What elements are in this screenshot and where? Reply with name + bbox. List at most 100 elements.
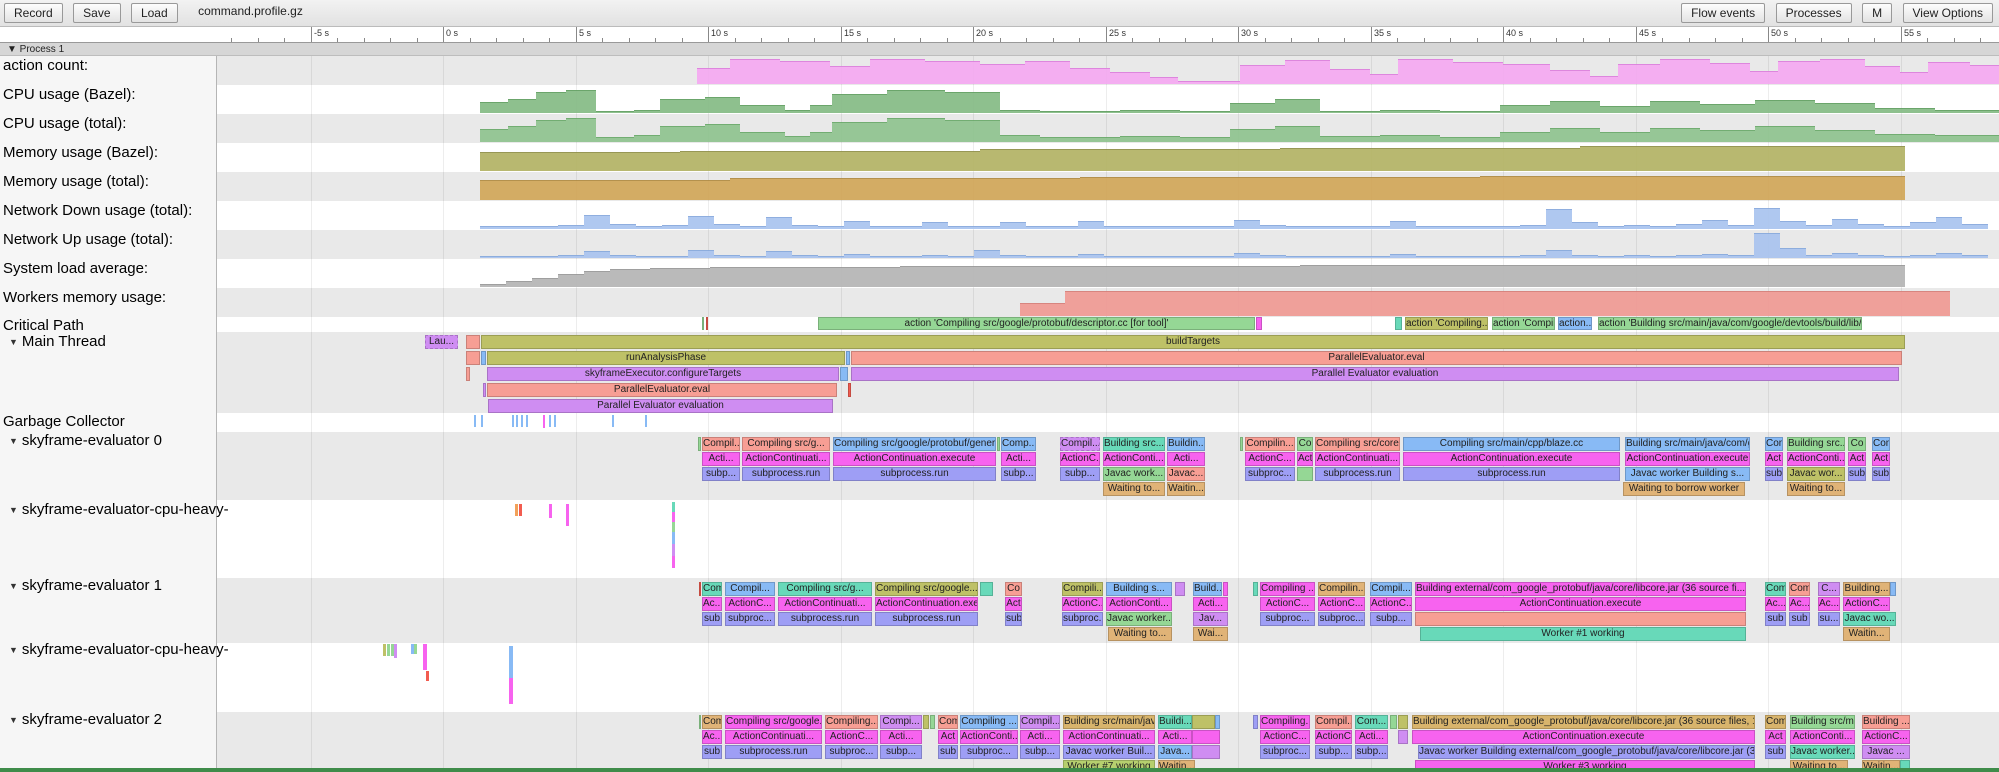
event-bar[interactable]: subp...: [1370, 612, 1412, 626]
event-bar[interactable]: subproc...: [1318, 612, 1365, 626]
event-bar[interactable]: Compilin...: [1245, 437, 1295, 451]
event-bar[interactable]: Compiling src/google/protobuf/generat...: [833, 437, 996, 451]
event-bar[interactable]: Com: [938, 715, 958, 729]
event-bar[interactable]: Build...: [1193, 582, 1222, 596]
event-bar[interactable]: action 'Compiling src/google/protobuf/de…: [818, 317, 1255, 330]
event-bar[interactable]: [466, 335, 480, 349]
event-bar[interactable]: ParallelEvaluator.eval: [851, 351, 1902, 365]
track-label-collapsible[interactable]: ▼skyframe-evaluator 0: [3, 432, 162, 449]
event-bar[interactable]: Compil...: [1020, 715, 1060, 729]
event-bar[interactable]: [699, 582, 701, 596]
event-bar[interactable]: [699, 715, 701, 729]
event-bar[interactable]: Compiling ...: [1260, 582, 1315, 596]
micro-event-bar[interactable]: [549, 504, 552, 518]
track-label-collapsible[interactable]: ▼skyframe-evaluator-cpu-heavy-: [3, 641, 229, 658]
event-bar[interactable]: subprocess.run: [875, 612, 978, 626]
event-bar[interactable]: Acti...: [880, 730, 922, 744]
micro-event-bar[interactable]: [645, 415, 647, 427]
event-bar[interactable]: action 'Compiling...: [1405, 317, 1488, 330]
event-bar[interactable]: Building src/main/jav...: [1063, 715, 1155, 729]
event-bar[interactable]: sub: [1765, 467, 1783, 481]
event-bar[interactable]: subp...: [702, 467, 740, 481]
event-bar[interactable]: Act: [938, 730, 958, 744]
event-bar[interactable]: ActionC...: [825, 730, 878, 744]
event-bar[interactable]: Javac worker Building s...: [1625, 467, 1750, 481]
micro-event-bar[interactable]: [512, 415, 514, 427]
event-bar[interactable]: subprocess.run: [742, 467, 830, 481]
event-bar[interactable]: Buildin...: [1167, 437, 1205, 451]
event-bar[interactable]: [1192, 730, 1220, 744]
event-bar[interactable]: subprocess.run: [778, 612, 872, 626]
event-bar[interactable]: Compiling src/g...: [742, 437, 830, 451]
event-bar[interactable]: ParallelEvaluator.eval: [487, 383, 837, 397]
event-bar[interactable]: Compiling...: [825, 715, 878, 729]
event-bar[interactable]: runAnalysisPhase: [487, 351, 845, 365]
event-bar[interactable]: ActionContinuation.execute: [1403, 452, 1620, 466]
event-bar[interactable]: ActionC...: [1862, 730, 1910, 744]
track-label-collapsible[interactable]: ▼skyframe-evaluator 1: [3, 577, 162, 594]
track-label-collapsible[interactable]: ▼skyframe-evaluator-cpu-heavy-: [3, 501, 229, 518]
event-bar[interactable]: Wai...: [1193, 627, 1228, 641]
event-bar[interactable]: [980, 582, 993, 596]
event-bar[interactable]: Javac wo...: [1843, 612, 1896, 626]
event-bar[interactable]: ActionContinuati...: [1315, 452, 1400, 466]
event-bar[interactable]: subp...: [1315, 745, 1352, 759]
event-bar[interactable]: Worker #1 working: [1420, 627, 1746, 641]
event-bar[interactable]: Co: [1005, 582, 1022, 596]
event-bar[interactable]: ActionC...: [1843, 597, 1890, 611]
event-bar[interactable]: Waiting to borrow worker: [1623, 482, 1745, 496]
event-bar[interactable]: ActionContinuati...: [742, 452, 830, 466]
event-bar[interactable]: [1415, 612, 1746, 626]
event-bar[interactable]: Javac worker...: [1106, 612, 1172, 626]
micro-event-bar[interactable]: [519, 504, 522, 516]
event-bar[interactable]: Jav...: [1193, 612, 1228, 626]
event-bar[interactable]: subp...: [1001, 467, 1036, 481]
micro-event-bar[interactable]: [516, 415, 518, 427]
micro-event-bar[interactable]: [387, 644, 390, 656]
event-bar[interactable]: Compiling ...: [960, 715, 1018, 729]
event-bar[interactable]: buildTargets: [481, 335, 1905, 349]
event-bar[interactable]: ActionC...: [1062, 597, 1103, 611]
event-bar[interactable]: sub: [1005, 612, 1022, 626]
event-bar[interactable]: Waiting to...: [1108, 627, 1172, 641]
event-bar[interactable]: ActionContinuation.execute: [875, 597, 978, 611]
processes-button[interactable]: Processes: [1776, 3, 1852, 23]
micro-event-bar[interactable]: [672, 522, 675, 532]
micro-event-bar[interactable]: [672, 556, 675, 568]
event-bar[interactable]: subproc...: [1260, 745, 1310, 759]
event-bar[interactable]: sub: [702, 612, 722, 626]
micro-event-bar[interactable]: [521, 415, 523, 427]
track-label-collapsible[interactable]: ▼skyframe-evaluator 2: [3, 711, 162, 728]
event-bar[interactable]: Compiling src/google...: [725, 715, 822, 729]
event-bar[interactable]: [466, 367, 470, 381]
event-bar[interactable]: sub: [1765, 745, 1786, 759]
event-bar[interactable]: su...: [1818, 612, 1840, 626]
event-bar[interactable]: Ac...: [702, 730, 722, 744]
event-bar[interactable]: Acti...: [1158, 730, 1192, 744]
event-bar[interactable]: Compilin...: [1318, 582, 1365, 596]
event-bar[interactable]: Acti...: [1167, 452, 1205, 466]
event-bar[interactable]: Javac...: [1167, 467, 1205, 481]
event-bar[interactable]: Parallel Evaluator evaluation: [488, 399, 833, 413]
event-bar[interactable]: subproc...: [1245, 467, 1295, 481]
event-bar[interactable]: [1215, 715, 1220, 729]
event-bar[interactable]: ActionC...: [1370, 597, 1412, 611]
event-bar[interactable]: Javac ...: [1862, 745, 1910, 759]
micro-event-bar[interactable]: [423, 644, 427, 670]
event-bar[interactable]: Javac worker...: [1790, 745, 1855, 759]
event-bar[interactable]: Waiting to...: [1787, 482, 1845, 496]
process-header[interactable]: ▼ Process 1: [0, 43, 1999, 56]
micro-event-bar[interactable]: [481, 415, 483, 427]
event-bar[interactable]: Compil...: [1370, 582, 1412, 596]
event-bar[interactable]: [702, 317, 704, 330]
event-bar[interactable]: Building...: [1843, 582, 1890, 596]
event-bar[interactable]: [1175, 582, 1185, 596]
event-bar[interactable]: Java...: [1158, 745, 1192, 759]
event-bar[interactable]: [481, 351, 486, 365]
micro-event-bar[interactable]: [474, 415, 476, 427]
event-bar[interactable]: [1256, 317, 1262, 330]
event-bar[interactable]: [1390, 715, 1397, 729]
event-bar[interactable]: ActionC...: [1315, 730, 1352, 744]
event-bar[interactable]: [1297, 467, 1313, 481]
event-bar[interactable]: Compil...: [1060, 437, 1100, 451]
